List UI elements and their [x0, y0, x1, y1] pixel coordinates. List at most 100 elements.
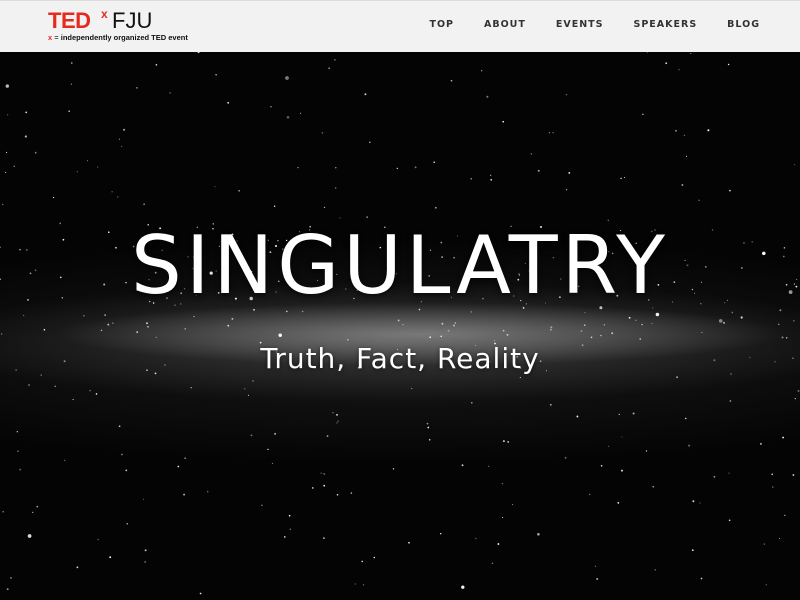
star [274, 432, 277, 435]
star [5, 84, 9, 88]
star [10, 577, 12, 579]
star [489, 174, 492, 176]
star [461, 464, 464, 467]
logo-tagline: x = independently organized TED event [48, 33, 188, 42]
star [759, 442, 762, 445]
star [207, 491, 209, 493]
star [698, 199, 700, 201]
star [169, 92, 171, 94]
star [772, 486, 774, 488]
star [530, 153, 533, 155]
star [621, 469, 623, 472]
star [729, 400, 732, 402]
star [794, 164, 796, 166]
tedx-fju-logo[interactable]: TED x FJU x = independently organized TE… [48, 7, 188, 44]
star [19, 468, 22, 471]
nav-link-top[interactable]: TOP [429, 19, 454, 30]
hero-subtitle: Truth, Fact, Reality [260, 342, 540, 375]
nav-link-speakers[interactable]: SPEAKERS [634, 19, 698, 30]
star [193, 315, 195, 318]
star [36, 505, 39, 508]
star [429, 336, 432, 339]
star [28, 384, 30, 386]
star [214, 186, 216, 188]
star [190, 387, 192, 389]
star [336, 422, 338, 424]
star [278, 333, 282, 338]
star [373, 556, 376, 559]
star [583, 324, 586, 327]
star [271, 462, 273, 465]
star [642, 113, 644, 115]
star [683, 134, 686, 137]
star [100, 329, 103, 332]
star [6, 151, 8, 154]
star [784, 514, 786, 517]
star [123, 128, 126, 131]
star [632, 412, 635, 415]
star [155, 63, 158, 66]
star [728, 519, 731, 522]
star [297, 167, 299, 169]
star [283, 536, 286, 538]
star [414, 166, 417, 169]
star [333, 58, 336, 61]
star [121, 145, 123, 147]
star [32, 511, 34, 514]
star [2, 203, 4, 206]
star [7, 114, 9, 116]
star [590, 336, 593, 339]
star [97, 166, 99, 168]
star [497, 543, 500, 545]
main-nav: TOP ABOUT EVENTS SPEAKERS BLOG [399, 1, 760, 47]
star [300, 112, 302, 114]
star [252, 380, 254, 382]
star [244, 388, 246, 390]
star [13, 165, 15, 167]
star [350, 492, 353, 494]
star [143, 203, 145, 205]
star [142, 498, 145, 500]
nav-link-about[interactable]: ABOUT [484, 19, 526, 30]
star [502, 516, 504, 518]
star [461, 585, 465, 589]
star [740, 316, 743, 319]
star [72, 399, 74, 401]
star [250, 434, 253, 437]
star [24, 135, 28, 138]
star [71, 62, 73, 64]
nav-link-blog[interactable]: BLOG [727, 19, 760, 30]
star [700, 577, 703, 580]
star [665, 62, 668, 65]
star [588, 493, 591, 496]
nav-link-events[interactable]: EVENTS [556, 19, 604, 30]
star [117, 196, 119, 198]
star [396, 167, 398, 170]
tagline-equals: = [52, 33, 61, 42]
star [654, 568, 657, 571]
star [690, 52, 692, 55]
star [323, 206, 326, 209]
star [273, 205, 276, 207]
star [550, 329, 552, 331]
star [568, 171, 571, 174]
hero-title: SINGULATRY [131, 219, 669, 312]
star [471, 402, 473, 404]
star [771, 473, 773, 476]
star [337, 420, 339, 422]
star [146, 322, 148, 325]
star [118, 425, 121, 428]
star [651, 322, 653, 325]
star [87, 160, 89, 162]
star [537, 169, 540, 172]
star [537, 533, 540, 536]
star [611, 332, 614, 335]
top-navbar: TED x FJU x = independently organized TE… [0, 0, 800, 52]
star [691, 549, 694, 552]
star [652, 486, 654, 488]
star [238, 189, 240, 192]
star [95, 393, 98, 395]
star [121, 453, 123, 456]
star [713, 475, 716, 478]
star [765, 584, 767, 586]
